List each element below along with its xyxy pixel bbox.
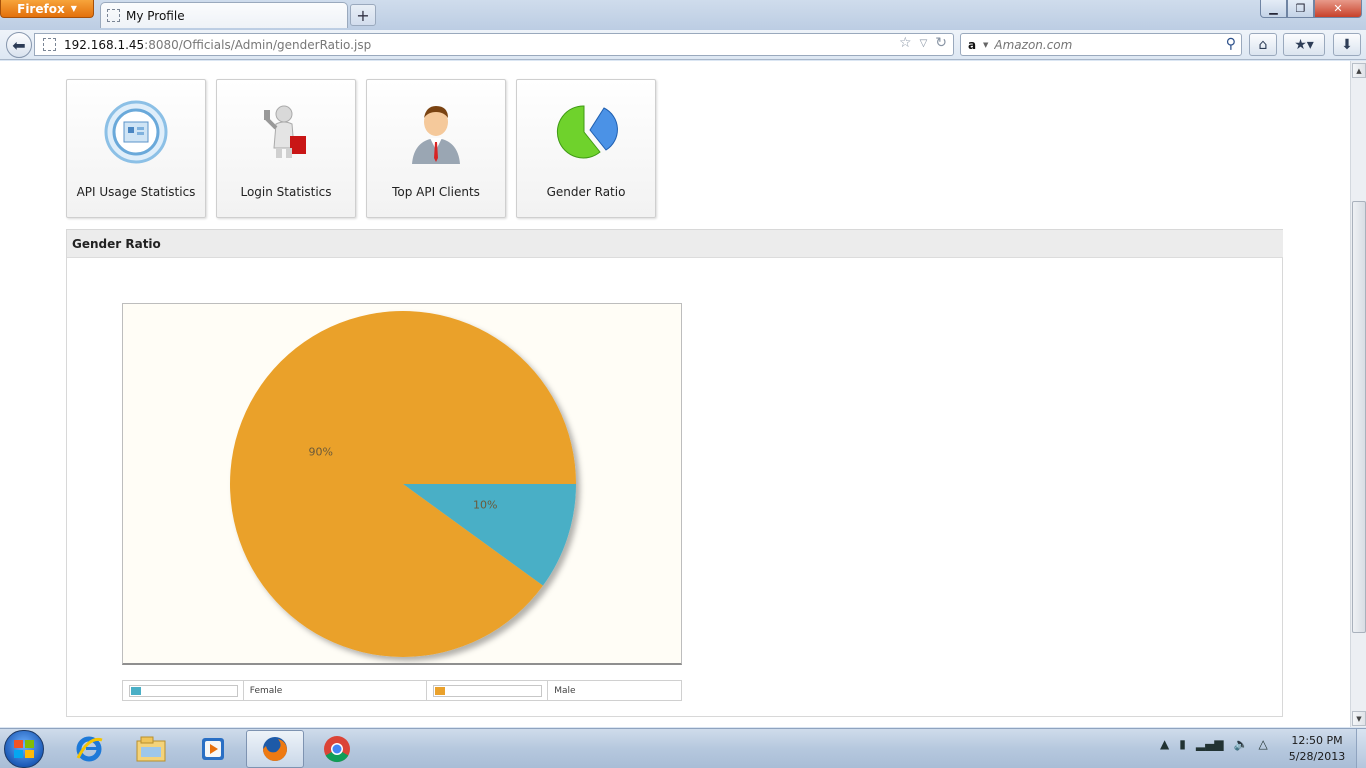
legend-label-female: Female [244,681,428,700]
close-icon: ✕ [1333,2,1343,15]
gender-ratio-panel: Gender Ratio 10% 90% Female Male [66,229,1283,717]
history-dropdown-icon[interactable]: ▽ [920,35,928,51]
start-button[interactable] [4,730,44,768]
bookmarks-button[interactable]: ★▾ [1283,33,1325,56]
tile-gender-ratio[interactable]: Gender Ratio [516,79,656,218]
gender-ratio-icon [554,100,618,164]
legend-label-male: Male [554,685,576,696]
home-button[interactable]: ⌂ [1249,33,1277,56]
pie-data-label: 90% [309,445,333,458]
home-icon: ⌂ [1258,36,1268,53]
search-bar[interactable]: a ▼ ⚲ [960,33,1242,56]
minimize-icon: ▁ [1269,2,1278,15]
chrome-icon[interactable] [308,730,366,768]
chart-legend: Female Male [122,680,682,701]
tile-label: Top API Clients [392,185,480,199]
close-button[interactable]: ✕ [1314,0,1362,18]
navigation-toolbar: ⬅ 192.168.1.45:8080/Officials/Admin/gend… [0,30,1366,60]
battery-icon[interactable]: ▮ [1179,737,1186,751]
tile-label: API Usage Statistics [76,185,196,199]
new-tab-button[interactable]: + [350,4,376,26]
page-viewport: API Usage Statistics Login Statistics To… [0,61,1350,727]
url-host: 192.168.1.45 [64,37,145,52]
plus-icon: + [356,5,370,25]
maximize-button[interactable]: ❐ [1287,0,1314,18]
top-clients-icon [404,100,468,164]
media-player-icon[interactable] [184,730,242,768]
search-icon[interactable]: ⚲ [1226,36,1236,52]
legend-swatch-frame [129,684,238,697]
show-desktop-button[interactable] [1356,729,1366,768]
url-bar[interactable]: 192.168.1.45:8080/Officials/Admin/gender… [34,33,954,56]
back-arrow-icon: ⬅ [12,35,26,55]
login-statistics-icon [254,100,318,164]
pie-data-label: 10% [473,499,497,512]
chevron-down-icon[interactable]: ▼ [983,41,988,49]
tile-top-api-clients[interactable]: Top API Clients [366,79,506,218]
browser-tab[interactable]: My Profile [100,2,348,28]
tile-label: Gender Ratio [546,185,626,199]
clock-time: 12:50 PM [1291,734,1343,747]
search-input[interactable] [994,37,1220,52]
firefox-menu-button[interactable]: Firefox ▼ [0,0,94,18]
legend-swatch-male [435,686,446,695]
page-icon [107,9,120,22]
scroll-up-arrow-icon[interactable]: ▲ [1352,63,1366,78]
api-usage-icon [104,100,168,164]
downloads-button[interactable]: ⬇ [1333,33,1361,56]
internet-explorer-icon[interactable] [60,730,118,768]
vertical-scrollbar[interactable]: ▲ ▼ [1350,61,1366,727]
legend-swatch-female [131,686,141,695]
legend-swatch-cell [123,681,244,700]
tile-api-usage-statistics[interactable]: API Usage Statistics [66,79,206,218]
windows-taskbar: ▲ ▮ ▂▄▆ 🔈 △ 12:50 PM 5/28/2013 [0,728,1366,768]
windows-explorer-icon[interactable] [122,730,180,768]
tile-label: Login Statistics [240,185,332,199]
tab-title: My Profile [126,8,185,23]
restore-icon: ❐ [1295,2,1306,15]
taskbar-clock[interactable]: 12:50 PM 5/28/2013 [1282,733,1352,765]
back-button[interactable]: ⬅ [6,32,32,58]
firefox-menu-label: Firefox [17,1,65,16]
chevron-down-icon: ▼ [70,4,77,13]
legend-swatch-cell [427,681,549,700]
minimize-button[interactable]: ▁ [1260,0,1287,18]
url-path: :8080/Officials/Admin/genderRatio.jsp [144,37,372,52]
pie-chart: 10% 90% [122,303,682,665]
system-tray: ▲ ▮ ▂▄▆ 🔈 △ [1160,737,1268,751]
download-icon: ⬇ [1341,36,1353,53]
drive-sync-icon[interactable]: △ [1258,737,1267,751]
amazon-engine-icon[interactable]: a [961,38,983,52]
network-signal-icon[interactable]: ▂▄▆ [1196,737,1224,751]
browser-titlebar: Firefox ▼ My Profile + ▁ ❐ ✕ [0,0,1366,30]
url-bar-icons: ☆ ▽ ↻ [899,35,947,51]
clock-date: 5/28/2013 [1288,750,1346,763]
bookmark-star-icon[interactable]: ☆ [899,35,912,51]
legend-swatch-frame [433,684,543,697]
site-identity-icon[interactable] [43,38,56,51]
windows-logo-icon [14,740,34,758]
scroll-thumb[interactable] [1352,201,1366,633]
tile-login-statistics[interactable]: Login Statistics [216,79,356,218]
panel-title: Gender Ratio [67,229,1283,258]
scroll-down-arrow-icon[interactable]: ▼ [1352,711,1366,726]
firefox-icon[interactable] [246,730,304,768]
volume-icon[interactable]: 🔈 [1234,737,1249,751]
show-hidden-icons-icon[interactable]: ▲ [1160,737,1169,751]
bookmarks-icon: ★▾ [1294,36,1314,53]
url-text: 192.168.1.45:8080/Officials/Admin/gender… [64,38,371,52]
pie-chart-svg: 10% 90% [230,311,576,658]
reload-icon[interactable]: ↻ [935,35,947,51]
